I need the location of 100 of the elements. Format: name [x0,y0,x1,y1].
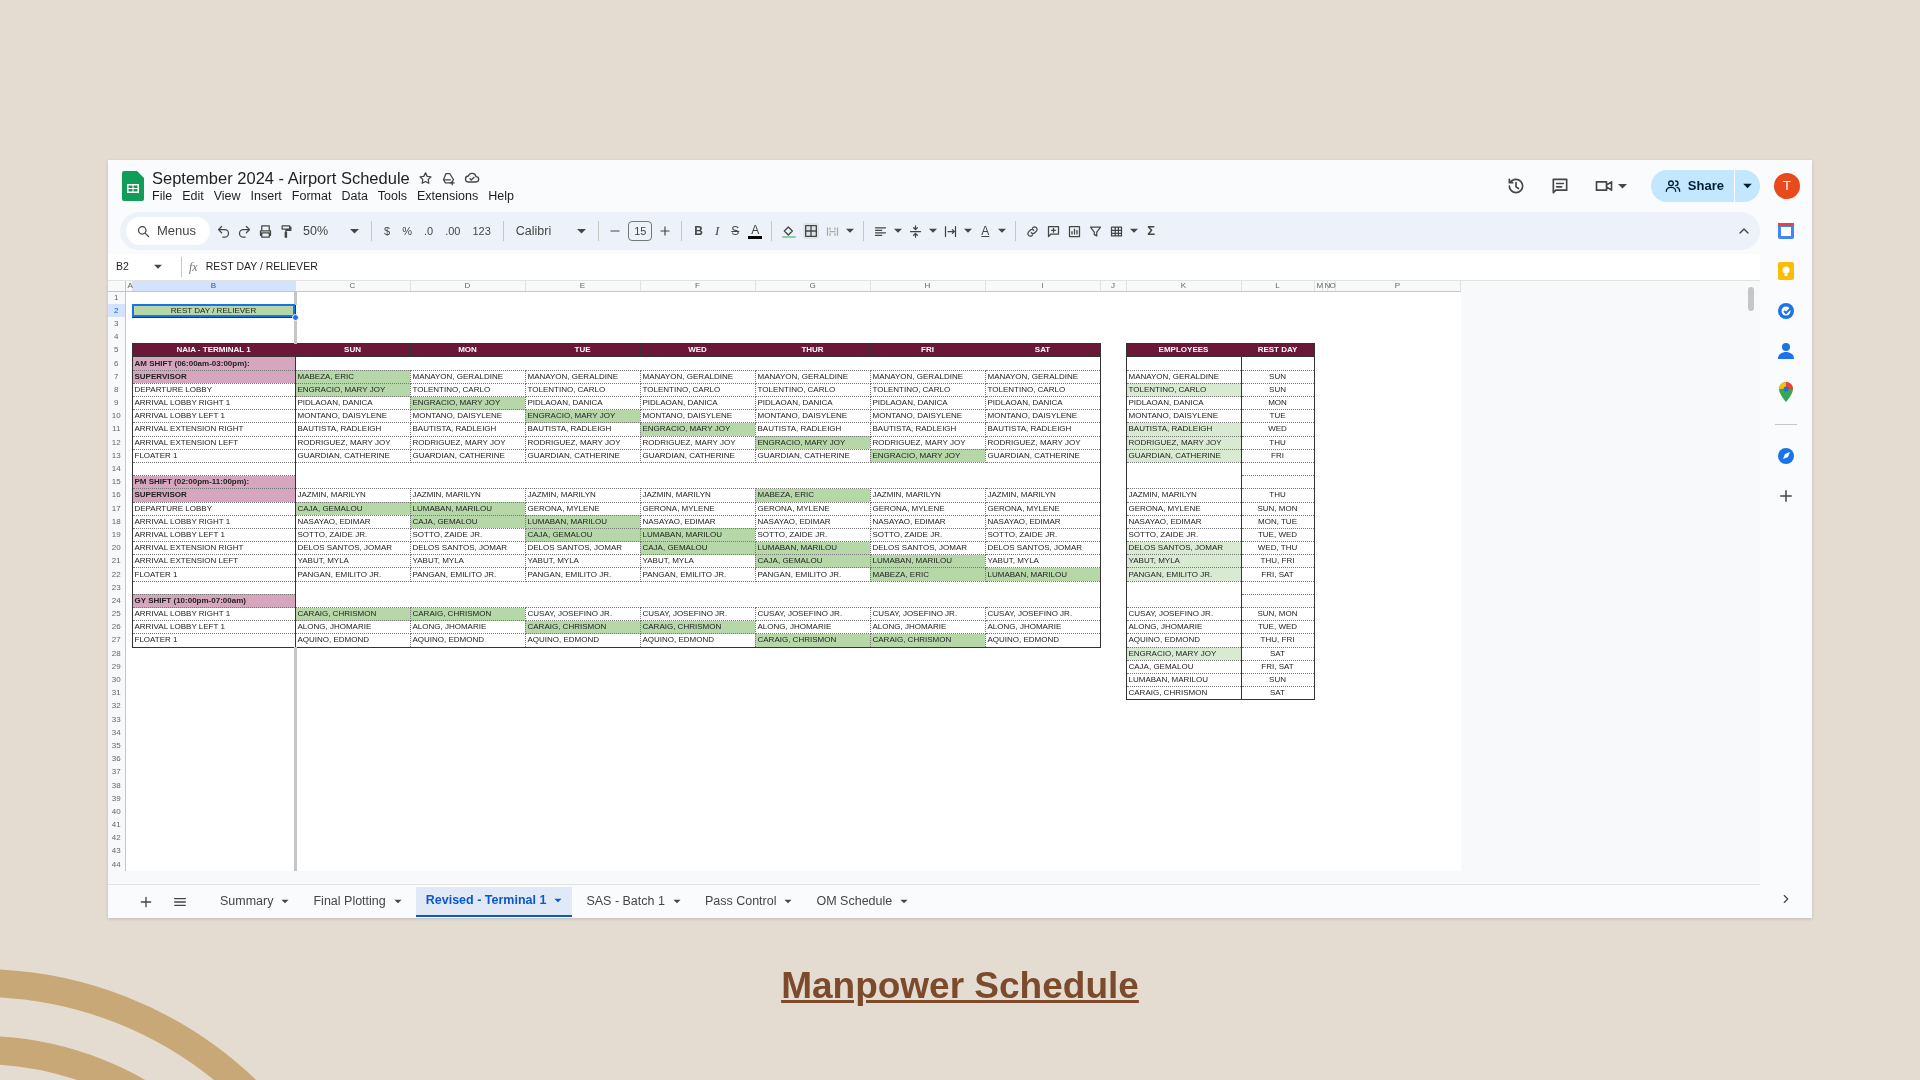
row-number[interactable]: 29 [108,660,125,674]
paint-format-icon[interactable] [279,223,295,239]
document-title[interactable]: September 2024 - Airport Schedule [152,168,410,188]
filter-icon[interactable] [1088,223,1104,239]
row-number[interactable]: 39 [108,792,125,806]
row-number[interactable]: 17 [108,502,125,516]
sheet-tab[interactable]: SAS - Batch 1 [576,886,691,917]
column-header[interactable]: G [755,281,870,291]
row-number[interactable]: 35 [108,739,125,753]
drive-icon[interactable] [440,170,456,186]
increase-decimal-button[interactable]: .00 [442,222,464,240]
sheet-tab[interactable]: Final Plotting [303,886,412,917]
search-field[interactable]: Menus [126,217,211,245]
column-header[interactable]: M [1314,281,1322,291]
number-format-button[interactable]: 123 [469,222,494,240]
print-icon[interactable] [258,223,274,239]
functions-button[interactable]: Σ [1144,221,1159,241]
cloud-icon[interactable] [463,170,480,186]
row-number[interactable]: 12 [108,436,125,450]
selection-handle[interactable] [291,313,299,321]
column-header[interactable]: P [1335,281,1460,291]
zoom-dropdown[interactable]: 50% [300,221,363,241]
menu-item[interactable]: Help [483,188,519,204]
plus-icon[interactable] [658,224,673,238]
person-icon[interactable] [1778,342,1794,360]
column-header[interactable]: C [295,281,410,291]
text-color-button[interactable]: A [748,223,763,239]
scrollbar-thumb[interactable] [1748,287,1754,311]
insert-comment-icon[interactable] [1046,223,1062,239]
redo-icon[interactable] [237,223,253,239]
link-icon[interactable] [1025,223,1041,239]
add-icon[interactable] [1777,487,1795,505]
table-icon[interactable] [1109,223,1125,239]
borders-icon[interactable] [803,223,820,239]
column-header[interactable]: I [985,281,1100,291]
row-number[interactable]: 34 [108,726,125,740]
row-number[interactable]: 3 [108,317,125,331]
menu-item[interactable]: File [147,188,178,204]
menu-item[interactable]: Data [336,188,373,204]
text-wrap-icon[interactable] [943,223,959,239]
chart-icon[interactable] [1067,223,1083,239]
undo-icon[interactable] [216,223,232,239]
column-header[interactable]: D [410,281,525,291]
caret-icon[interactable] [846,228,855,234]
column-header[interactable]: H [870,281,985,291]
font-size-field[interactable]: 15 [628,221,653,241]
column-header[interactable]: F [640,281,755,291]
row-number[interactable]: 18 [108,515,125,529]
row-number[interactable]: 44 [108,858,125,872]
text-rotation-button[interactable]: A [978,222,993,240]
sheet-tab[interactable]: Revised - Terminal 1 [415,886,573,917]
percent-button[interactable]: % [399,222,415,240]
menu-item[interactable]: Extensions [412,188,484,204]
avatar[interactable]: T [1774,173,1800,199]
menu-item[interactable]: View [208,188,246,204]
font-dropdown[interactable]: Calibri [512,221,590,241]
caret-icon[interactable] [154,264,162,270]
caret-icon[interactable] [350,227,360,235]
caret-icon[interactable] [929,228,938,234]
row-number[interactable]: 40 [108,805,125,819]
currency-button[interactable]: $ [381,222,394,240]
share-button[interactable]: Share [1650,170,1734,202]
column-header[interactable]: K [1126,281,1241,291]
star-icon[interactable] [417,170,433,186]
sheets-logo-icon[interactable] [122,171,144,201]
column-header[interactable]: J [1100,281,1126,291]
row-number[interactable]: 7 [108,370,125,384]
row-number[interactable]: 14 [108,462,125,476]
row-number[interactable]: 33 [108,713,125,727]
name-box[interactable]: B2 [108,259,170,275]
tasks-icon[interactable] [1777,302,1795,320]
row-number[interactable]: 28 [108,647,125,661]
column-header[interactable]: B [132,281,295,291]
strikethrough-button[interactable]: S [728,222,743,240]
row-number[interactable]: 23 [108,581,125,595]
row-number[interactable]: 2 [108,304,125,318]
caret-icon[interactable] [998,228,1007,234]
menu-item[interactable]: Edit [177,188,209,204]
menu-item[interactable]: Tools [372,188,413,204]
fill-color-icon[interactable] [781,223,798,239]
caret-icon[interactable] [964,228,973,234]
menu-item[interactable]: Insert [245,188,287,204]
caret-icon[interactable] [894,228,903,234]
decrease-decimal-button[interactable]: .0 [420,222,437,240]
italic-button[interactable]: I [711,221,723,241]
vertical-align-icon[interactable] [908,223,924,239]
row-number[interactable]: 30 [108,673,125,687]
column-header[interactable]: E [525,281,640,291]
caret-icon[interactable] [577,227,587,235]
caret-icon[interactable] [1617,182,1627,190]
column-header[interactable]: L [1241,281,1314,291]
map-pin-icon[interactable] [1779,382,1793,402]
row-number[interactable]: 19 [108,528,125,542]
caret-icon[interactable] [1130,228,1139,234]
row-number[interactable]: 8 [108,383,125,397]
compass-icon[interactable] [1777,447,1795,465]
calendar-icon[interactable] [1777,222,1795,240]
bold-button[interactable]: B [691,222,706,240]
sheet-tab[interactable]: Summary [210,886,300,917]
sheet-tab[interactable]: Pass Control [694,886,803,917]
